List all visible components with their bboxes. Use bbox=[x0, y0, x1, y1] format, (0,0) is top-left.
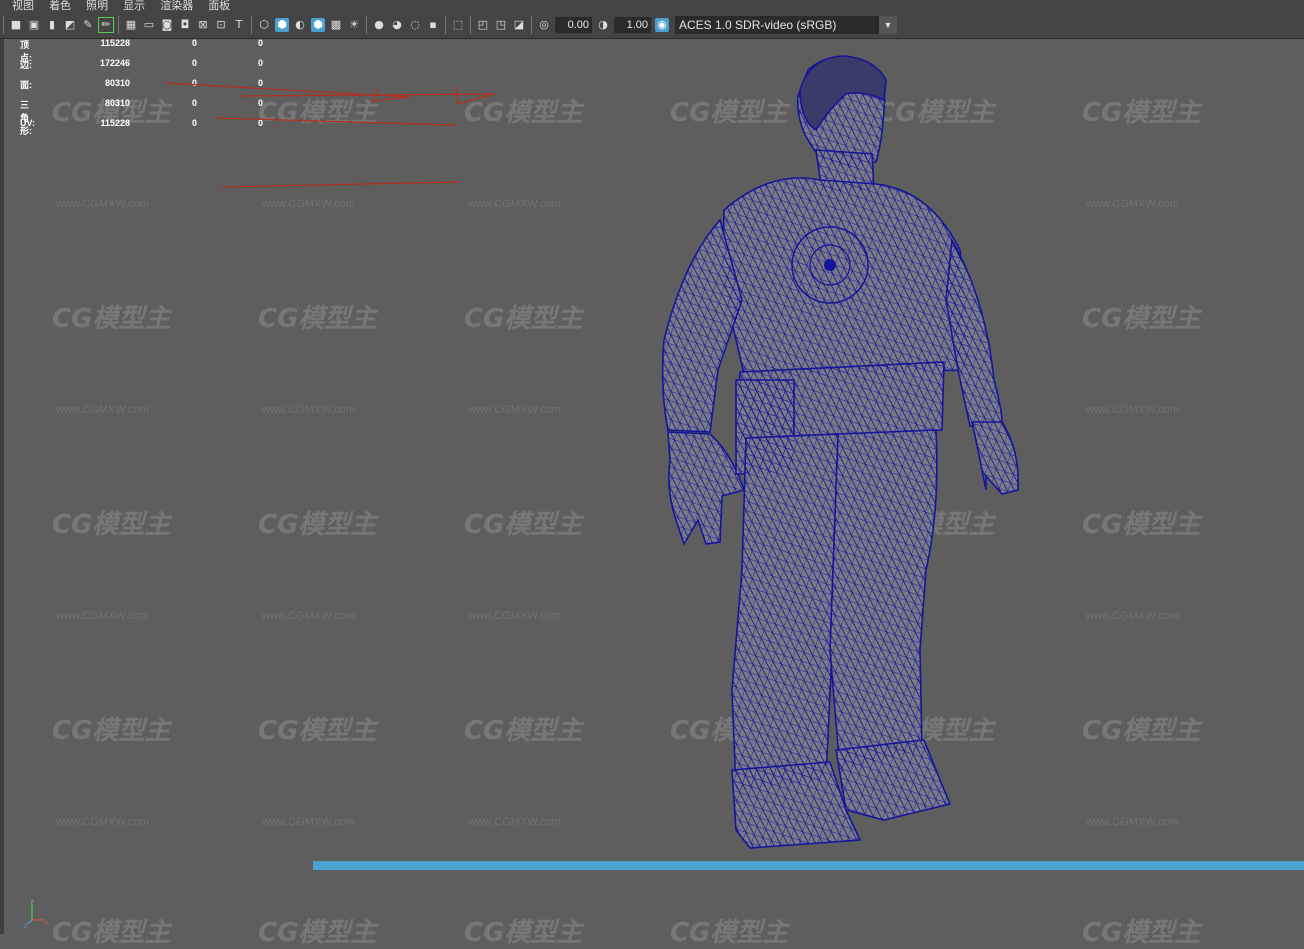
exposure-icon[interactable]: ◎ bbox=[537, 18, 551, 32]
axis-gizmo: y x z bbox=[24, 898, 48, 928]
character-wireframe-model[interactable] bbox=[640, 50, 1040, 860]
toolbar-separator bbox=[531, 16, 532, 34]
axis-y-label: y bbox=[30, 898, 34, 905]
color-management-icon[interactable]: ◉ bbox=[655, 18, 669, 32]
chevron-down-icon[interactable]: ▼ bbox=[879, 16, 897, 34]
annotation-arrow bbox=[164, 82, 411, 102]
axis-z-label: z bbox=[24, 923, 27, 928]
exposure-field[interactable]: 0.00 bbox=[555, 17, 592, 33]
gamma-field[interactable]: 1.00 bbox=[614, 17, 651, 33]
gamma-icon[interactable]: ◑ bbox=[596, 18, 610, 32]
color-space-value: ACES 1.0 SDR-video (sRGB) bbox=[679, 18, 837, 32]
annotation-line bbox=[214, 117, 456, 126]
color-space-dropdown[interactable]: ACES 1.0 SDR-video (sRGB) ▼ bbox=[675, 16, 897, 34]
timeline-bar[interactable] bbox=[313, 861, 1304, 870]
axis-x-label: x bbox=[44, 919, 48, 926]
annotation-arrow bbox=[239, 85, 496, 105]
annotation-arrows bbox=[164, 82, 496, 188]
annotation-line bbox=[221, 181, 461, 188]
